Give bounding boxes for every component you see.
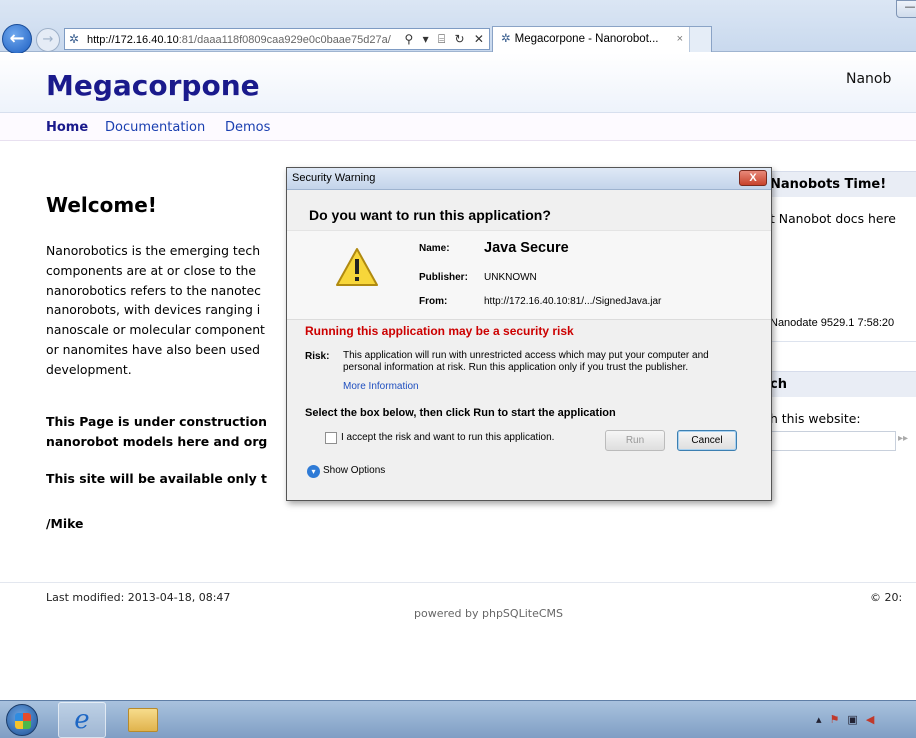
risk-label: Risk: [305,351,330,362]
action-center-icon[interactable]: ⚑ [830,713,848,726]
sidebar-docs-text: t Nanobot docs here [770,211,896,226]
address-bar-actions-icon[interactable]: ⚲ ▾ ⌸ ↻ ✕ [405,29,487,49]
page-heading: Welcome! [46,193,157,217]
paragraph-line: nanoscale or molecular component [46,322,265,338]
availability-notice: This site will be available only t [46,471,267,486]
back-arrow-icon[interactable]: ← [2,24,32,54]
more-information-link[interactable]: More Information [343,381,419,392]
paragraph-line: components are at or close to the [46,262,257,278]
sidebar-divider [770,341,916,342]
run-button[interactable]: Run [605,430,665,451]
paragraph-line: or nanomites have also been used [46,341,260,357]
dialog-question: Do you want to run this application? [309,207,551,223]
tab-favicon-icon: ✲ [501,33,511,45]
publisher-value: UNKNOWN [484,272,537,283]
paragraph-line: development. [46,361,132,377]
accept-risk-label[interactable]: I accept the risk and want to run this a… [341,432,554,443]
from-value: http://172.16.40.10:81/.../SignedJava.ja… [484,296,662,307]
taskbar: e ▴⚑▣◀ [0,700,916,738]
nav-home-link[interactable]: Home [46,120,88,135]
search-prompt: h this website: [770,411,861,426]
internet-explorer-icon[interactable]: e [58,702,106,738]
site-title[interactable]: Megacorpone [46,69,260,102]
forward-arrow-icon[interactable]: → [36,28,60,52]
system-tray: ▴⚑▣◀ [816,713,882,726]
show-options-link[interactable]: Show Options [323,465,385,476]
name-value: Java Secure [484,240,569,256]
footer-divider [0,582,916,583]
start-button[interactable] [6,704,38,736]
chevron-down-icon[interactable]: ▾ [307,465,320,478]
dialog-titlebar: Security Warning X [287,168,771,190]
search-input[interactable] [770,431,896,451]
browser-toolbar: ← → ✲ http://172.16.40.10:81/daaa118f0809… [0,0,916,54]
paragraph-line: Nanorobotics is the emerging tech [46,243,261,258]
powered-by[interactable]: powered by phpSQLiteCMS [414,607,563,620]
sidebar-box-title-time: Nanobots Time! [770,171,916,197]
copyright: © 20: [870,591,903,604]
sidebar-box-title-search: ch [770,371,916,397]
tab-close-icon[interactable]: × [677,27,683,51]
construction-notice: This Page is under construction nanorobo… [46,412,291,452]
minimize-button[interactable]: — [896,0,916,18]
cancel-button[interactable]: Cancel [677,430,737,451]
paragraph-line: nanorobots, with devices ranging i [46,302,261,318]
author-signature: /Mike [46,516,84,531]
warning-icon [336,248,378,286]
url-host: http://172.16.40.10 [87,34,179,46]
tray-expand-icon[interactable]: ▴ [816,713,830,726]
windows-logo-icon [15,713,31,729]
site-favicon-icon: ✲ [69,32,80,46]
file-explorer-icon[interactable] [128,708,158,732]
nav-demos-link[interactable]: Demos [225,120,270,135]
dialog-title: Security Warning [292,172,376,184]
construction-line: This Page is under construction [46,414,267,429]
tab-title: Megacorpone - Nanorobot... [514,33,659,45]
dialog-instruction: Select the box below, then click Run to … [305,407,616,419]
risk-heading: Running this application may be a securi… [305,324,574,338]
nav-documentation-link[interactable]: Documentation [105,120,205,135]
name-label: Name: [419,243,450,254]
address-bar[interactable]: ✲ http://172.16.40.10:81/daaa118f0809caa9… [64,28,490,50]
from-label: From: [419,296,448,307]
intro-paragraph: Nanorobotics is the emerging tech compon… [46,241,296,380]
url-path: :81/daaa118f0809caa929e0c0baae75d27a/ [178,34,391,46]
publisher-label: Publisher: [419,272,468,283]
search-submit-icon[interactable]: ▸▸ [898,433,908,444]
paragraph-line: nanorobotics refers to the nanotec [46,282,261,298]
volume-icon[interactable]: ◀ [866,713,882,726]
close-icon[interactable]: X [739,170,767,186]
site-header: Megacorpone Nanob [0,53,916,113]
network-icon[interactable]: ▣ [847,713,865,726]
new-tab-button[interactable] [689,27,711,52]
security-warning-dialog: Security Warning X Do you want to run th… [286,167,772,501]
nanodate-text: Nanodate 9529.1 7:58:20 [770,317,895,329]
risk-description: This application will run with unrestric… [343,350,709,373]
last-modified: Last modified: 2013-04-18, 08:47 [46,591,231,604]
accept-risk-checkbox[interactable] [325,432,337,444]
site-nav: Home Documentation Demos [0,113,916,141]
browser-tab-active[interactable]: ✲ Megacorpone - Nanorobot... × [492,26,712,52]
site-slogan: Nanob [846,71,892,87]
construction-line: nanorobot models here and org [46,434,268,449]
